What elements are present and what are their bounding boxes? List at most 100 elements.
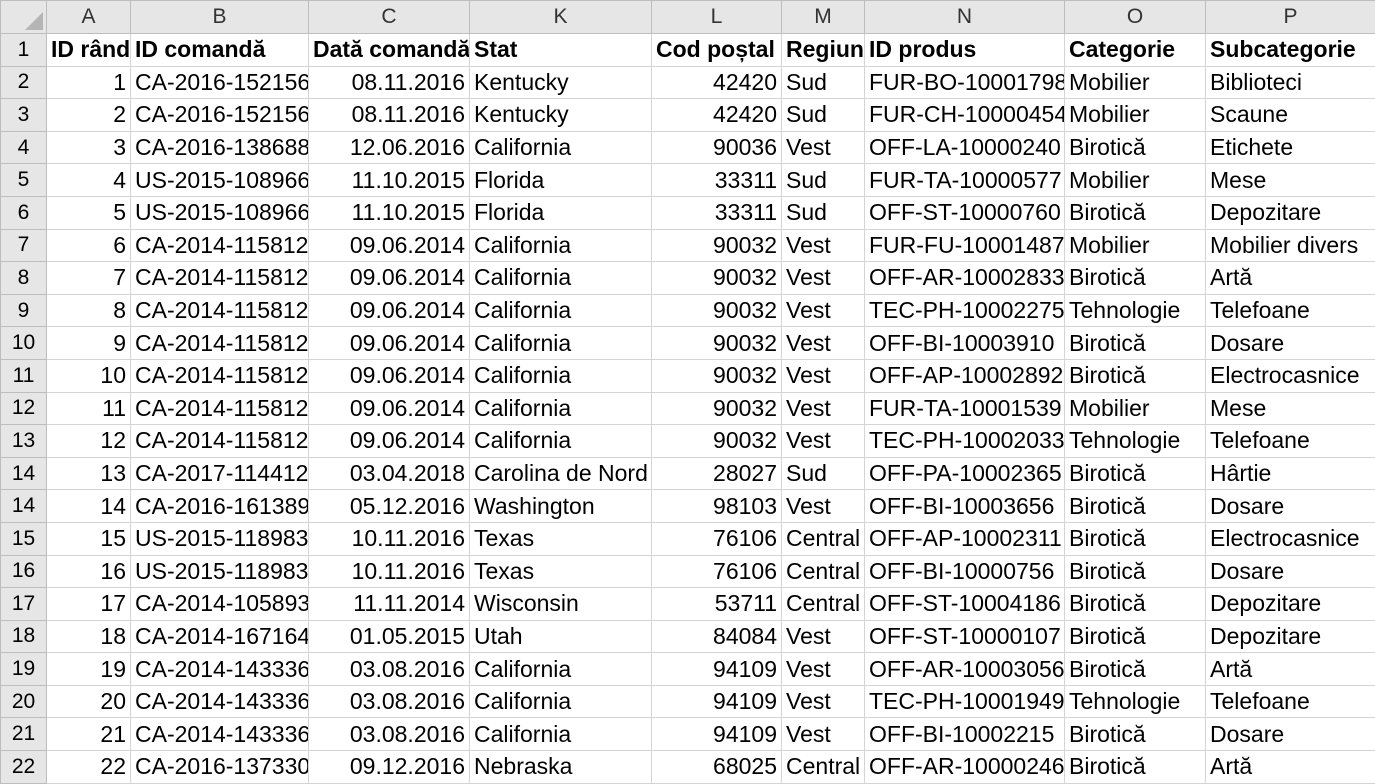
header-cell-postal-code[interactable]: Cod poștal [651,33,782,67]
cell-postal-code[interactable]: 68025 [651,750,782,784]
cell-product-id[interactable]: FUR-TA-10001539 [864,391,1065,426]
cell-category[interactable]: Birotică [1064,717,1206,752]
cell-state[interactable]: California [469,391,652,426]
cell-row-id[interactable]: 13 [46,456,131,491]
cell-category[interactable]: Birotică [1064,619,1206,654]
cell-state[interactable]: Florida [469,195,652,230]
cell-row-id[interactable]: 19 [46,652,131,686]
cell-order-date[interactable]: 03.08.2016 [308,717,470,752]
cell-row-id[interactable]: 16 [46,554,131,589]
cell-category[interactable]: Tehnologie [1064,424,1206,458]
cell-order-id[interactable]: CA-2014-115812 [130,228,309,263]
cell-row-id[interactable]: 20 [46,684,131,719]
cell-order-id[interactable]: CA-2014-167164 [130,619,309,654]
column-header[interactable]: C [308,0,470,34]
cell-postal-code[interactable]: 98103 [651,489,782,523]
column-header[interactable]: N [864,0,1065,34]
cell-order-date[interactable]: 10.11.2016 [308,554,470,589]
column-header[interactable]: K [469,0,652,34]
cell-region[interactable]: Central [781,750,865,784]
cell-region[interactable]: Vest [781,619,865,654]
cell-category[interactable]: Birotică [1064,554,1206,589]
cell-state[interactable]: Kentucky [469,65,652,100]
column-header[interactable]: A [46,0,131,34]
cell-product-id[interactable]: OFF-BI-10003910 [864,326,1065,360]
cell-postal-code[interactable]: 33311 [651,163,782,197]
row-header[interactable]: 16 [0,554,47,589]
cell-region[interactable]: Sud [781,65,865,100]
cell-region[interactable]: Vest [781,391,865,426]
cell-postal-code[interactable]: 76106 [651,521,782,556]
cell-region[interactable]: Sud [781,163,865,197]
cell-state[interactable]: California [469,358,652,393]
cell-region[interactable]: Vest [781,652,865,686]
cell-row-id[interactable]: 18 [46,619,131,654]
cell-order-id[interactable]: CA-2014-143336 [130,652,309,686]
cell-row-id[interactable]: 9 [46,326,131,360]
cell-product-id[interactable]: FUR-TA-10000577 [864,163,1065,197]
cell-subcategory[interactable]: Dosare [1205,717,1375,752]
cell-product-id[interactable]: TEC-PH-10001949 [864,684,1065,719]
cell-row-id[interactable]: 17 [46,587,131,621]
cell-state[interactable]: Kentucky [469,98,652,132]
cell-region[interactable]: Central [781,521,865,556]
cell-region[interactable]: Vest [781,358,865,393]
cell-order-date[interactable]: 08.11.2016 [308,65,470,100]
row-header[interactable]: 19 [0,652,47,686]
cell-state[interactable]: Utah [469,619,652,654]
cell-product-id[interactable]: OFF-LA-10000240 [864,130,1065,165]
cell-subcategory[interactable]: Dosare [1205,554,1375,589]
cell-category[interactable]: Birotică [1064,521,1206,556]
cell-region[interactable]: Central [781,587,865,621]
row-header[interactable]: 21 [0,717,47,752]
cell-order-id[interactable]: CA-2016-137330 [130,750,309,784]
cell-product-id[interactable]: OFF-BI-10002215 [864,717,1065,752]
cell-region[interactable]: Vest [781,489,865,523]
cell-product-id[interactable]: OFF-AR-10002833 [864,261,1065,295]
row-header[interactable]: 4 [0,130,47,165]
cell-subcategory[interactable]: Artă [1205,750,1375,784]
cell-postal-code[interactable]: 42420 [651,65,782,100]
cell-postal-code[interactable]: 28027 [651,456,782,491]
cell-order-date[interactable]: 10.11.2016 [308,521,470,556]
cell-postal-code[interactable]: 90032 [651,424,782,458]
cell-category[interactable]: Mobilier [1064,65,1206,100]
cell-order-date[interactable]: 09.12.2016 [308,750,470,784]
cell-postal-code[interactable]: 53711 [651,587,782,621]
cell-subcategory[interactable]: Telefoane [1205,424,1375,458]
cell-order-id[interactable]: US-2015-108966 [130,163,309,197]
header-cell-order-date[interactable]: Dată comandă [308,33,470,67]
cell-postal-code[interactable]: 90032 [651,326,782,360]
cell-state[interactable]: Texas [469,554,652,589]
cell-postal-code[interactable]: 90032 [651,391,782,426]
cell-category[interactable]: Birotică [1064,750,1206,784]
cell-subcategory[interactable]: Scaune [1205,98,1375,132]
cell-order-id[interactable]: CA-2014-143336 [130,717,309,752]
cell-row-id[interactable]: 22 [46,750,131,784]
cell-category[interactable]: Birotică [1064,195,1206,230]
cell-category[interactable]: Birotică [1064,261,1206,295]
cell-postal-code[interactable]: 33311 [651,195,782,230]
cell-order-date[interactable]: 09.06.2014 [308,358,470,393]
cell-product-id[interactable]: OFF-AR-10000246 [864,750,1065,784]
cell-postal-code[interactable]: 94109 [651,652,782,686]
cell-order-date[interactable]: 11.10.2015 [308,163,470,197]
cell-category[interactable]: Tehnologie [1064,293,1206,328]
cell-state[interactable]: Carolina de Nord [469,456,652,491]
cell-subcategory[interactable]: Mese [1205,163,1375,197]
cell-state[interactable]: California [469,130,652,165]
cell-order-id[interactable]: CA-2016-138688 [130,130,309,165]
cell-order-date[interactable]: 09.06.2014 [308,424,470,458]
cell-subcategory[interactable]: Hârtie [1205,456,1375,491]
cell-category[interactable]: Birotică [1064,489,1206,523]
row-header[interactable]: 11 [0,358,47,393]
cell-order-date[interactable]: 09.06.2014 [308,326,470,360]
header-cell-region[interactable]: Regiune [781,33,865,67]
cell-order-id[interactable]: US-2015-118983 [130,521,309,556]
cell-row-id[interactable]: 15 [46,521,131,556]
cell-postal-code[interactable]: 94109 [651,684,782,719]
cell-category[interactable]: Mobilier [1064,391,1206,426]
cell-state[interactable]: California [469,717,652,752]
row-header[interactable]: 18 [0,619,47,654]
cell-order-id[interactable]: CA-2014-115812 [130,358,309,393]
